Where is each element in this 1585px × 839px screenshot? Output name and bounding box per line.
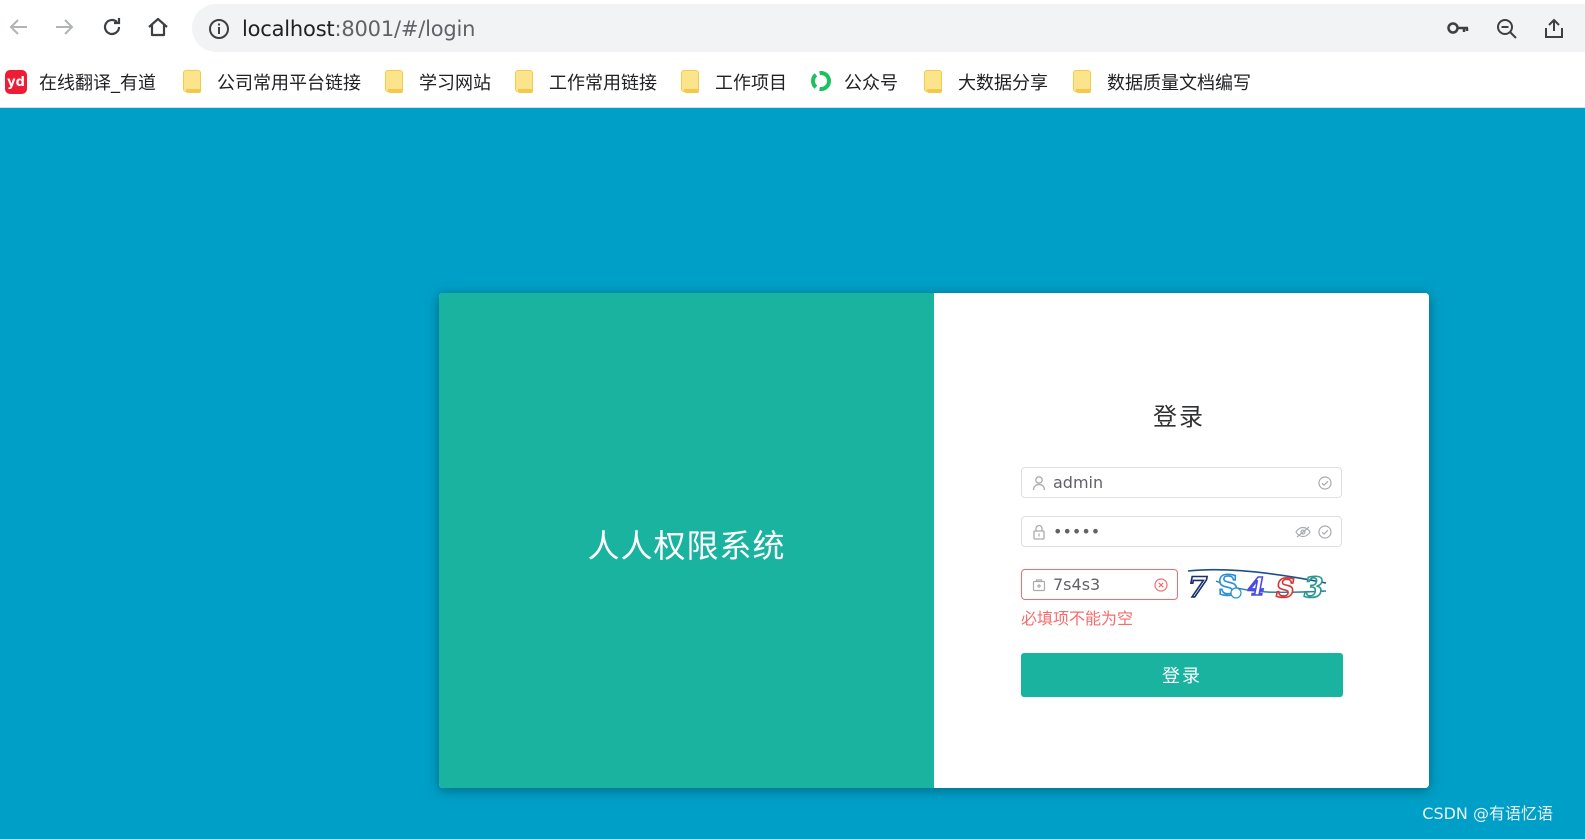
lock-icon [1032, 524, 1046, 545]
eye-hidden-icon[interactable] [1295, 525, 1311, 544]
user-icon [1032, 475, 1046, 496]
youdao-icon: yd [5, 70, 27, 94]
browser-toolbar: localhost:8001/#/login [0, 0, 1585, 56]
login-card: 人人权限系统 登录 admin ••••• 7s4s3 必填项不能为空 7 S … [439, 293, 1429, 788]
zoom-out-icon[interactable] [1495, 17, 1519, 46]
bookmark-wechat[interactable]: 公众号 [810, 68, 898, 96]
login-button[interactable]: 登录 [1021, 653, 1343, 697]
bookmarks-bar: yd 在线翻译_有道 公司常用平台链接 学习网站 工作常用链接 工作项目 公众号… [0, 56, 1585, 108]
password-value: ••••• [1053, 522, 1101, 541]
bookmark-label: 大数据分享 [958, 73, 1048, 94]
bookmark-label: 工作常用链接 [549, 73, 657, 94]
bookmark-label: 公司常用平台链接 [217, 73, 361, 94]
system-title: 人人权限系统 [587, 527, 786, 565]
bookmark-folder[interactable]: 大数据分享 [924, 68, 1048, 96]
bookmark-folder[interactable]: 公司常用平台链接 [183, 68, 361, 96]
bookmark-youdao[interactable]: yd 在线翻译_有道 [5, 68, 156, 96]
folder-icon [385, 70, 403, 93]
info-icon[interactable] [208, 18, 230, 45]
captcha-image[interactable]: 7 S 4 S 3 [1186, 565, 1332, 605]
url-text: localhost:8001/#/login [242, 17, 475, 41]
bookmark-label: 公众号 [844, 73, 898, 94]
login-title: 登录 [1153, 403, 1205, 431]
folder-icon [924, 70, 942, 93]
forward-icon[interactable] [47, 10, 81, 44]
url-path: :8001/#/login [334, 17, 476, 41]
bookmark-label: 数据质量文档编写 [1107, 73, 1251, 94]
check-circle-icon [1318, 476, 1332, 495]
home-icon[interactable] [141, 10, 175, 44]
captcha-char: 4 [1248, 572, 1265, 601]
captcha-input[interactable]: 7s4s3 [1021, 569, 1178, 600]
bookmark-label: 在线翻译_有道 [39, 73, 156, 94]
bookmark-label: 工作项目 [715, 73, 787, 94]
captcha-value: 7s4s3 [1053, 575, 1101, 594]
password-input[interactable]: ••••• [1021, 516, 1342, 547]
back-icon[interactable] [2, 10, 36, 44]
bookmark-folder[interactable]: 学习网站 [385, 68, 491, 96]
folder-icon [515, 70, 533, 93]
bookmark-label: 学习网站 [419, 73, 491, 94]
check-circle-icon [1318, 525, 1332, 544]
captcha-char: S [1276, 574, 1295, 604]
error-circle-icon [1154, 578, 1168, 597]
login-panel: 登录 admin ••••• 7s4s3 必填项不能为空 7 S 4 S 3 登… [934, 293, 1429, 788]
captcha-icon [1032, 577, 1046, 598]
username-value: admin [1053, 473, 1104, 492]
bookmark-folder[interactable]: 工作项目 [681, 68, 787, 96]
url-host: localhost [242, 17, 335, 41]
csdn-watermark: CSDN @有语忆语 [1422, 804, 1553, 823]
username-input[interactable]: admin [1021, 467, 1342, 498]
brand-panel: 人人权限系统 [439, 293, 934, 788]
captcha-char: 7 [1188, 571, 1208, 604]
wechat-mp-icon [810, 70, 832, 94]
folder-icon [681, 70, 699, 93]
folder-icon [1073, 70, 1091, 93]
folder-icon [183, 70, 201, 93]
share-icon[interactable] [1542, 17, 1566, 46]
bookmark-folder[interactable]: 数据质量文档编写 [1073, 68, 1251, 96]
key-icon[interactable] [1446, 17, 1470, 44]
captcha-error-message: 必填项不能为空 [1021, 609, 1134, 628]
bookmark-folder[interactable]: 工作常用链接 [515, 68, 657, 96]
captcha-char: 3 [1304, 571, 1323, 604]
reload-icon[interactable] [95, 10, 129, 44]
address-bar[interactable]: localhost:8001/#/login [192, 4, 1585, 52]
